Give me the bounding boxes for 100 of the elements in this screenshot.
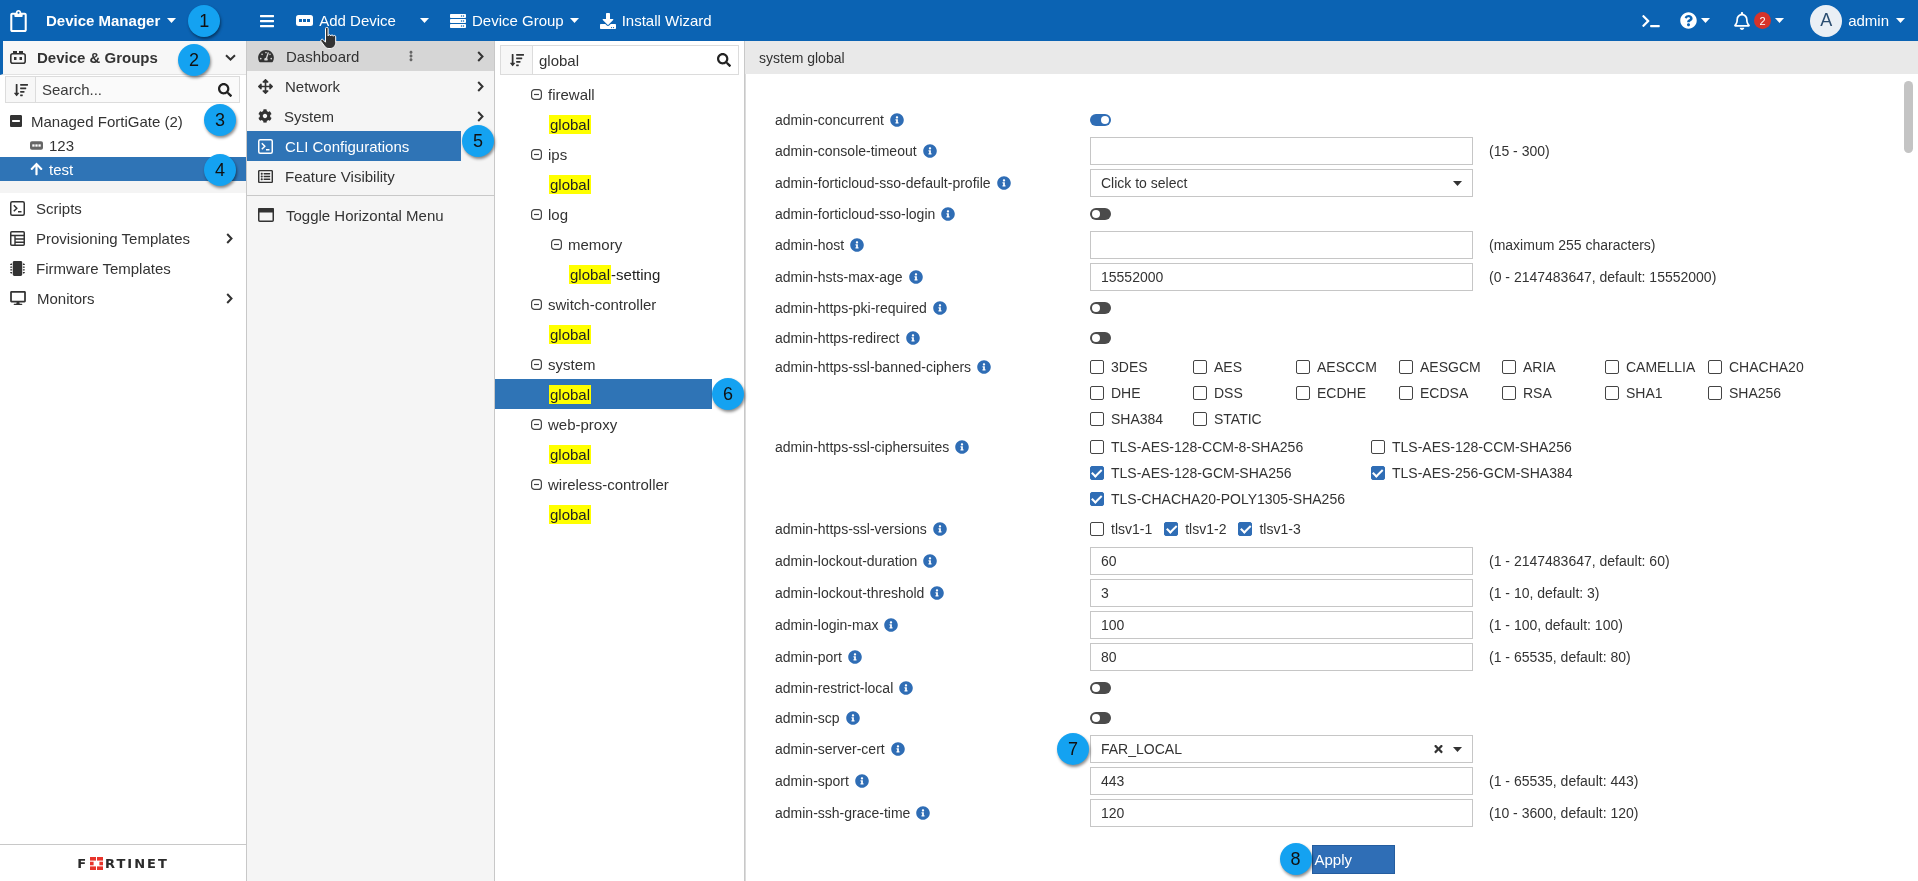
scrollbar-thumb[interactable] xyxy=(1904,81,1913,153)
toggle-switch[interactable] xyxy=(1090,208,1111,220)
more-options-icon[interactable] xyxy=(409,49,414,63)
tree-item[interactable]: global xyxy=(495,439,744,469)
text-field[interactable]: 443 xyxy=(1090,767,1473,795)
info-icon[interactable] xyxy=(923,554,938,568)
tree-item[interactable]: global-setting xyxy=(495,259,744,289)
menu-item[interactable]: Network xyxy=(247,71,494,101)
app-menu-button[interactable]: Device Manager xyxy=(46,12,177,29)
nav-item[interactable]: Provisioning Templates xyxy=(0,223,246,253)
info-icon[interactable] xyxy=(884,618,899,632)
tree-item[interactable]: global xyxy=(495,169,744,199)
info-icon[interactable] xyxy=(941,207,956,221)
checkbox[interactable] xyxy=(1296,386,1310,400)
checkbox[interactable] xyxy=(1238,522,1253,536)
text-field[interactable]: 80 xyxy=(1090,643,1473,671)
toggle-switch[interactable] xyxy=(1090,302,1111,314)
user-menu-button[interactable]: admin xyxy=(1848,12,1905,29)
info-icon[interactable] xyxy=(930,586,945,600)
info-icon[interactable] xyxy=(889,113,904,127)
nav-item[interactable]: Monitors xyxy=(0,283,246,313)
search-button[interactable] xyxy=(709,45,739,75)
checkbox[interactable] xyxy=(1193,412,1207,426)
info-icon[interactable] xyxy=(890,742,905,756)
info-icon[interactable] xyxy=(932,522,947,536)
toolbar-button[interactable]: Add Device xyxy=(296,12,396,29)
search-field[interactable]: global xyxy=(533,45,709,75)
info-icon[interactable] xyxy=(922,144,937,158)
text-field[interactable]: 3 xyxy=(1090,579,1473,607)
info-icon[interactable] xyxy=(955,440,970,454)
text-field[interactable]: 15552000 xyxy=(1090,263,1473,291)
info-icon[interactable] xyxy=(899,681,914,695)
checkbox[interactable] xyxy=(1090,386,1104,400)
text-field[interactable]: 100 xyxy=(1090,611,1473,639)
tree-item[interactable]: global xyxy=(495,109,744,139)
tree-item[interactable]: 123 xyxy=(0,133,246,157)
info-icon[interactable] xyxy=(908,270,923,284)
tree-item[interactable]: global xyxy=(495,379,712,409)
menu-item[interactable]: Toggle Horizontal Menu xyxy=(247,200,494,230)
checkbox[interactable] xyxy=(1090,412,1104,426)
collapse-icon[interactable] xyxy=(531,298,542,310)
tree-node[interactable]: wireless-controller xyxy=(495,469,744,499)
apply-button[interactable]: Apply xyxy=(1311,844,1395,874)
checkbox[interactable] xyxy=(1371,440,1385,454)
caret-icon[interactable] xyxy=(419,18,429,23)
info-icon[interactable] xyxy=(916,806,931,820)
checkbox[interactable] xyxy=(1399,386,1413,400)
checkbox[interactable] xyxy=(1090,440,1104,454)
terminal-icon[interactable] xyxy=(1642,13,1661,28)
clear-icon[interactable] xyxy=(1434,743,1443,755)
tree-item[interactable]: Managed FortiGate (2) xyxy=(0,109,189,133)
select-field[interactable]: Click to select xyxy=(1090,169,1473,197)
checkbox[interactable] xyxy=(1371,466,1385,480)
checkbox[interactable] xyxy=(1090,360,1104,374)
checkbox[interactable] xyxy=(1399,360,1413,374)
tree-node[interactable]: web-proxy xyxy=(495,409,744,439)
tree-node[interactable]: memory xyxy=(495,229,744,259)
notifications-button[interactable]: 2 xyxy=(1734,11,1785,30)
checkbox[interactable] xyxy=(1296,360,1310,374)
checkbox[interactable] xyxy=(1090,492,1104,506)
info-icon[interactable] xyxy=(850,238,865,252)
collapse-icon[interactable] xyxy=(531,418,542,430)
nav-item[interactable]: Scripts xyxy=(0,193,246,223)
checkbox[interactable] xyxy=(1090,466,1104,480)
help-menu-button[interactable] xyxy=(1680,12,1711,29)
search-button[interactable] xyxy=(210,76,240,103)
toggle-switch[interactable] xyxy=(1090,682,1111,694)
info-icon[interactable] xyxy=(847,650,862,664)
info-icon[interactable] xyxy=(996,176,1011,190)
user-avatar[interactable]: A xyxy=(1810,4,1843,37)
checkbox[interactable] xyxy=(1164,522,1179,536)
collapse-icon[interactable] xyxy=(551,238,562,250)
tree-item[interactable]: global xyxy=(495,499,744,529)
toggle-switch[interactable] xyxy=(1090,114,1111,126)
text-field[interactable] xyxy=(1090,231,1473,259)
tree-node[interactable]: system xyxy=(495,349,744,379)
info-icon[interactable] xyxy=(905,331,920,345)
checkbox[interactable] xyxy=(1502,360,1516,374)
sort-button[interactable] xyxy=(500,45,533,75)
checkbox[interactable] xyxy=(1605,386,1619,400)
info-icon[interactable] xyxy=(854,774,869,788)
checkbox[interactable] xyxy=(1090,522,1104,536)
nav-item[interactable]: Firmware Templates xyxy=(0,253,246,283)
menu-item[interactable]: CLI Configurations xyxy=(247,131,461,161)
checkbox[interactable] xyxy=(1708,386,1722,400)
text-field[interactable]: 120 xyxy=(1090,799,1473,827)
info-icon[interactable] xyxy=(977,360,992,374)
sort-button[interactable] xyxy=(5,76,36,103)
checkbox[interactable] xyxy=(1502,386,1516,400)
tree-node[interactable]: log xyxy=(495,199,744,229)
tree-node[interactable]: ips xyxy=(495,139,744,169)
tree-item[interactable]: global xyxy=(495,319,744,349)
menu-item[interactable]: Feature Visibility xyxy=(247,161,494,191)
checkbox[interactable] xyxy=(1605,360,1619,374)
tree-node[interactable]: firewall xyxy=(495,79,744,109)
collapse-icon[interactable] xyxy=(531,358,542,370)
toolbar-button[interactable]: Device Group xyxy=(449,12,579,29)
toggle-switch[interactable] xyxy=(1090,332,1111,344)
menu-item[interactable]: Dashboard xyxy=(247,41,494,71)
toolbar-button[interactable]: Install Wizard xyxy=(599,12,712,29)
